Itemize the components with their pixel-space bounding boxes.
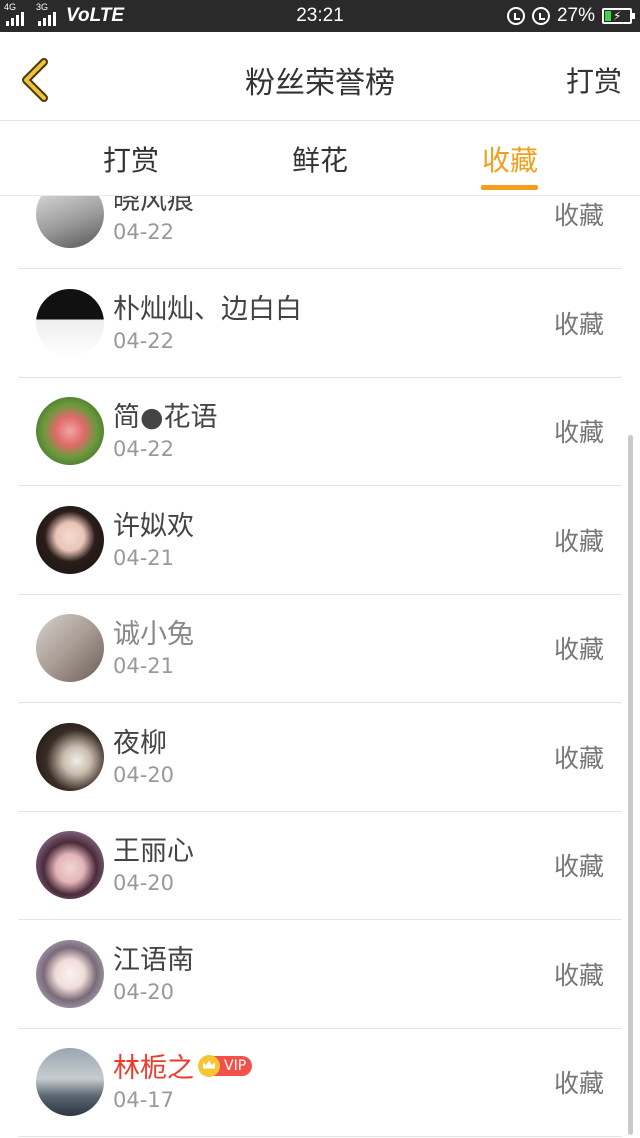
- avatar: [36, 196, 104, 248]
- active-tab-indicator: [481, 185, 538, 190]
- list-item[interactable]: 晓风痕 04-22 收藏: [18, 196, 622, 269]
- fan-date: 04-17: [113, 1088, 175, 1112]
- fan-date: 04-22: [113, 437, 175, 461]
- scrollbar[interactable]: [628, 435, 633, 1135]
- fan-name: 林栀之 VIP: [113, 1046, 253, 1085]
- alarm-icon: [531, 7, 550, 25]
- page-title: 粉丝荣誉榜: [245, 66, 395, 101]
- fan-date: 04-20: [113, 763, 175, 787]
- fan-name: 许姒欢: [113, 511, 194, 542]
- collect-label: 收藏: [553, 418, 604, 447]
- tab-collect[interactable]: 收藏: [455, 139, 565, 179]
- fan-name: 晓风痕: [113, 196, 194, 216]
- fan-name: 江语南: [113, 945, 194, 976]
- system-icons: 27% ⚡: [506, 4, 635, 28]
- collect-label: 收藏: [553, 635, 604, 664]
- battery-percent: 27%: [556, 5, 595, 26]
- list-item[interactable]: 林栀之 VIP 04-17 收藏: [18, 1028, 622, 1137]
- fan-name: 朴灿灿、边白白: [113, 294, 302, 325]
- battery-icon: ⚡: [602, 8, 635, 24]
- avatar: [36, 940, 104, 1008]
- fan-name: 诚小兔: [113, 619, 194, 650]
- collect-label: 收藏: [553, 310, 604, 339]
- avatar: [36, 831, 104, 899]
- collect-label: 收藏: [553, 1069, 604, 1098]
- fan-date: 04-21: [113, 654, 175, 678]
- fan-date: 04-20: [113, 871, 175, 895]
- fan-name: 简●花语: [113, 402, 218, 433]
- list-item[interactable]: 许姒欢 04-21 收藏: [18, 486, 622, 595]
- collect-label: 收藏: [553, 961, 604, 990]
- crown-icon: [198, 1054, 220, 1077]
- list-item[interactable]: 诚小兔 04-21 收藏: [18, 594, 622, 703]
- collect-label: 收藏: [553, 527, 604, 556]
- avatar: [36, 1048, 104, 1116]
- reward-button[interactable]: 打赏: [566, 60, 622, 100]
- tab-bar: 打赏 鲜花 收藏: [0, 121, 640, 196]
- fan-date: 04-20: [113, 980, 175, 1004]
- rotation-lock-icon: [506, 7, 525, 25]
- tab-reward[interactable]: 打赏: [76, 139, 186, 179]
- list-item[interactable]: 简●花语 04-22 收藏: [18, 377, 622, 486]
- status-bar: 4G 3G VoLTE 23:21 27% ⚡: [0, 0, 640, 32]
- list-item[interactable]: 王丽心 04-20 收藏: [18, 811, 622, 920]
- avatar: [36, 397, 104, 465]
- avatar: [36, 614, 104, 682]
- list-item[interactable]: 江语南 04-20 收藏: [18, 920, 622, 1029]
- fan-date: 04-22: [113, 329, 175, 353]
- fan-name-text: 林栀之: [113, 1053, 194, 1084]
- list-item[interactable]: 夜柳 04-20 收藏: [18, 703, 622, 812]
- tab-flowers[interactable]: 鲜花: [265, 139, 375, 179]
- fan-list: 晓风痕 04-22 收藏 朴灿灿、边白白 04-22 收藏 简●花语 04-22…: [0, 196, 640, 1138]
- collect-label: 收藏: [553, 744, 604, 773]
- fan-date: 04-21: [113, 546, 175, 570]
- avatar: [36, 289, 104, 357]
- app-header: 粉丝荣誉榜 打赏: [0, 32, 640, 121]
- fan-name: 夜柳: [113, 728, 167, 759]
- list-item[interactable]: 朴灿灿、边白白 04-22 收藏: [18, 269, 622, 378]
- fan-name: 王丽心: [113, 836, 194, 867]
- collect-label: 收藏: [553, 852, 604, 881]
- avatar: [36, 506, 104, 574]
- collect-label: 收藏: [553, 201, 604, 230]
- avatar: [36, 723, 104, 791]
- fan-date: 04-22: [113, 220, 175, 244]
